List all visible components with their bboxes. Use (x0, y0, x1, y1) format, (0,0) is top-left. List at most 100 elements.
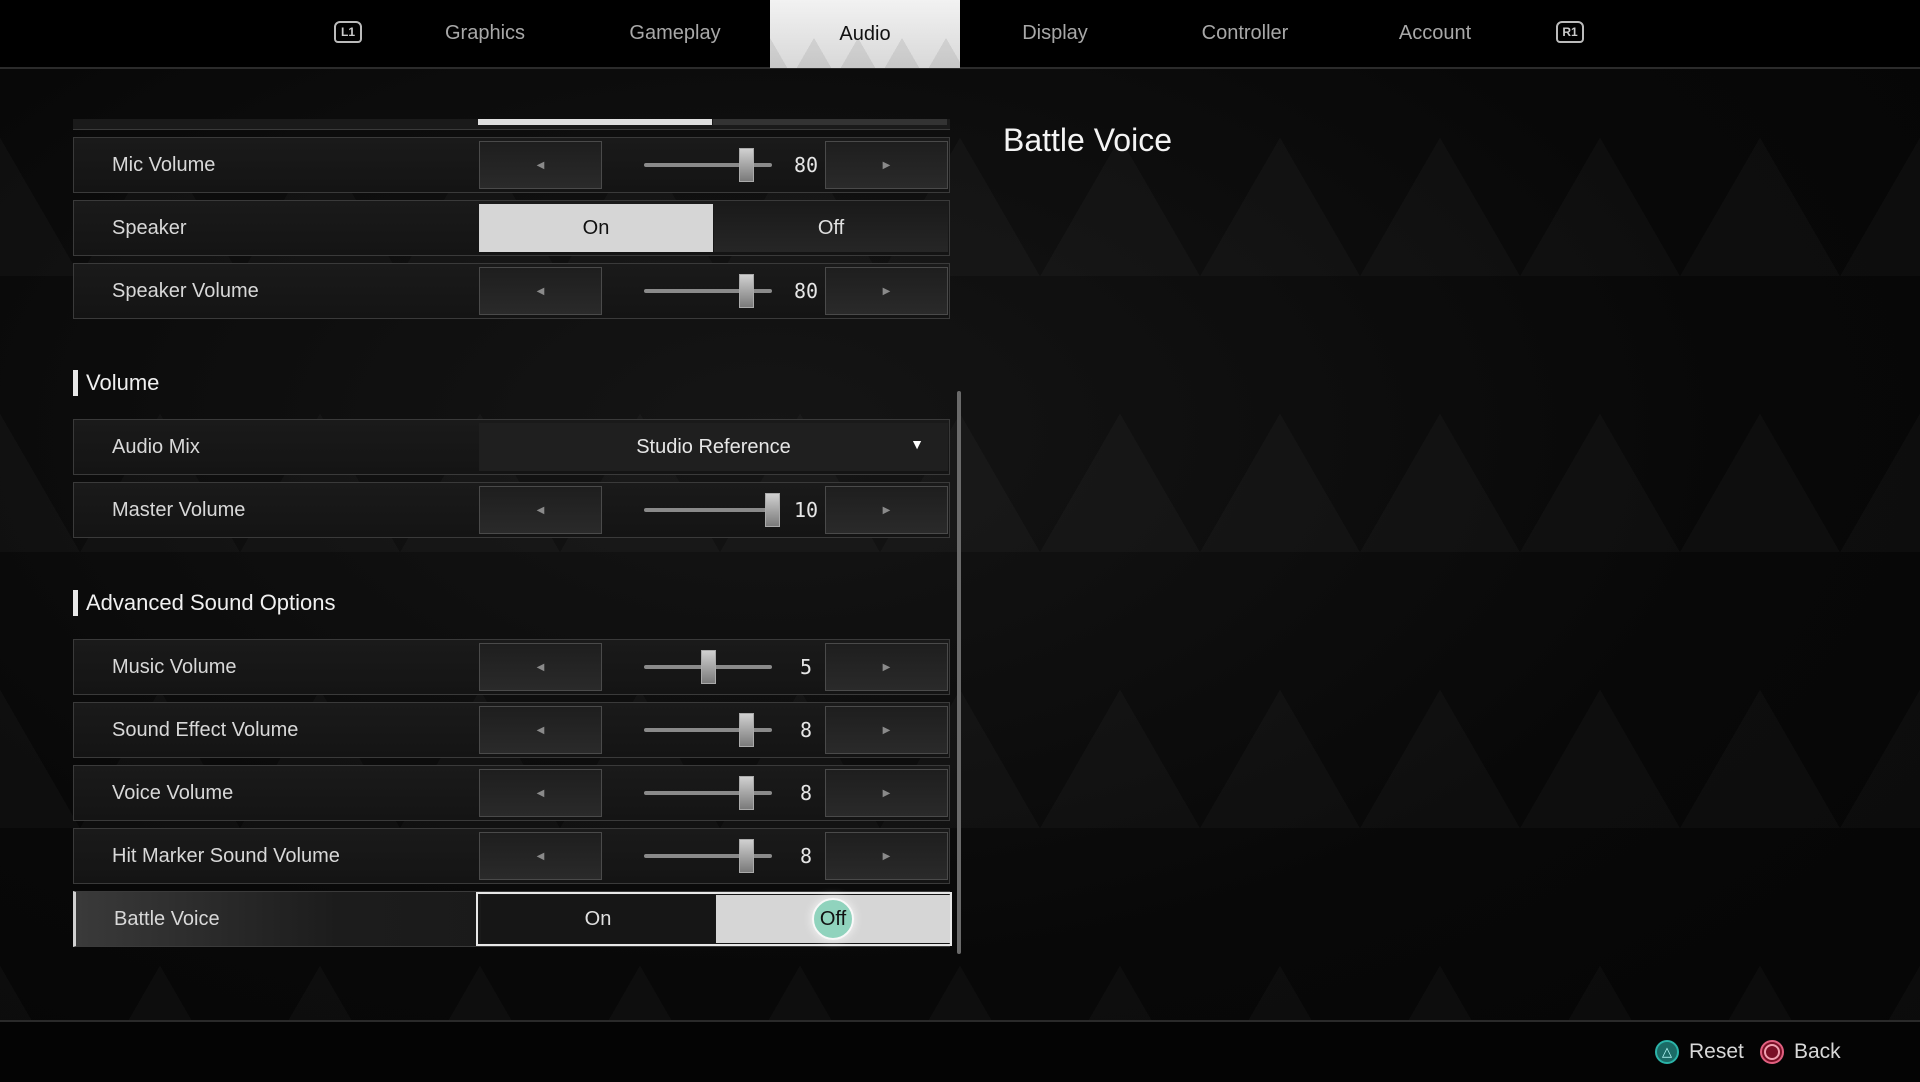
increase-button[interactable]: ▶ (825, 832, 948, 880)
circle-button-icon (1760, 1040, 1784, 1064)
slider-thumb[interactable] (765, 493, 780, 527)
setting-label: Master Volume (112, 499, 246, 521)
setting-value: 8 (799, 781, 813, 805)
setting-value: 80 (793, 153, 819, 177)
master-volume-slider[interactable] (644, 483, 780, 537)
audio-mix-dropdown[interactable]: Studio Reference ▼ (479, 423, 948, 471)
slider-thumb[interactable] (739, 839, 755, 873)
slider-thumb[interactable] (739, 274, 755, 308)
footer-bar: △ Reset Back (0, 1020, 1920, 1082)
setting-row-voice-volume[interactable]: Voice Volume ◀ 8 ▶ (73, 765, 950, 821)
list-scrollbar[interactable] (957, 391, 961, 954)
left-arrow-icon: ◀ (536, 724, 545, 736)
detail-title: Battle Voice (1003, 122, 1172, 158)
setting-row-mic-volume[interactable]: Mic Volume ◀ 80 ▶ (73, 137, 950, 193)
setting-row-speaker-volume[interactable]: Speaker Volume ◀ 80 ▶ (73, 263, 950, 319)
r1-bumper-icon[interactable]: R1 (1556, 21, 1584, 43)
back-button[interactable]: Back (1760, 1040, 1841, 1064)
speaker-on-option[interactable]: On (479, 204, 713, 252)
setting-row-sound-effect-volume[interactable]: Sound Effect Volume ◀ 8 ▶ (73, 702, 950, 758)
mic-volume-slider[interactable] (644, 138, 772, 192)
slider-thumb[interactable] (739, 776, 755, 810)
setting-label: Mic Volume (112, 154, 216, 176)
setting-row-music-volume[interactable]: Music Volume ◀ 5 ▶ (73, 639, 950, 695)
section-header-volume: Volume (73, 370, 159, 396)
music-volume-slider[interactable] (644, 640, 772, 694)
tab-gameplay[interactable]: Gameplay (580, 0, 770, 67)
setting-label: Audio Mix (112, 436, 200, 458)
toggle-label: Off (819, 907, 847, 930)
setting-value: 8 (799, 844, 813, 868)
left-arrow-icon: ◀ (536, 661, 545, 673)
battle-voice-off-option[interactable]: Off (716, 895, 950, 943)
setting-label: Hit Marker Sound Volume (112, 845, 340, 867)
sound-effect-volume-slider[interactable] (644, 703, 772, 757)
right-arrow-icon: ▶ (882, 159, 891, 171)
setting-row-master-volume[interactable]: Master Volume ◀ 10 ▶ (73, 482, 950, 538)
dropdown-caret-icon: ▼ (910, 436, 924, 452)
increase-button[interactable]: ▶ (825, 706, 948, 754)
setting-row-battle-voice[interactable]: Battle Voice On Off (73, 891, 952, 947)
left-arrow-icon: ◀ (536, 850, 545, 862)
slider-track (644, 508, 772, 512)
setting-label: Voice Volume (112, 782, 234, 804)
setting-label: Speaker Volume (112, 280, 259, 302)
setting-label: Speaker (112, 217, 187, 239)
left-arrow-icon: ◀ (536, 504, 545, 516)
speaker-off-option[interactable]: Off (714, 204, 948, 252)
setting-value: 5 (799, 655, 813, 679)
setting-label: Sound Effect Volume (112, 719, 299, 741)
partial-row-toggle (73, 119, 950, 130)
increase-button[interactable]: ▶ (825, 643, 948, 691)
slider-thumb[interactable] (739, 713, 755, 747)
decrease-button[interactable]: ◀ (479, 267, 602, 315)
slider-thumb[interactable] (739, 148, 755, 182)
section-header-advanced-sound: Advanced Sound Options (73, 590, 336, 616)
dropdown-value: Studio Reference (636, 435, 791, 458)
reset-label: Reset (1689, 1040, 1744, 1063)
right-arrow-icon: ▶ (882, 504, 891, 516)
hit-marker-volume-slider[interactable] (644, 829, 772, 883)
decrease-button[interactable]: ◀ (479, 832, 602, 880)
left-arrow-icon: ◀ (536, 787, 545, 799)
increase-button[interactable]: ▶ (825, 267, 948, 315)
triangle-button-icon: △ (1655, 1040, 1679, 1064)
right-arrow-icon: ▶ (882, 724, 891, 736)
setting-label: Battle Voice (114, 908, 220, 930)
right-arrow-icon: ▶ (882, 661, 891, 673)
setting-value: 10 (793, 498, 819, 522)
decrease-button[interactable]: ◀ (479, 141, 602, 189)
setting-row-hit-marker-volume[interactable]: Hit Marker Sound Volume ◀ 8 ▶ (73, 828, 950, 884)
battle-voice-on-option[interactable]: On (481, 895, 715, 943)
tab-controller[interactable]: Controller (1150, 0, 1340, 67)
right-arrow-icon: ▶ (882, 285, 891, 297)
setting-row-speaker[interactable]: Speaker On Off (73, 200, 950, 256)
decrease-button[interactable]: ◀ (479, 486, 602, 534)
increase-button[interactable]: ▶ (825, 486, 948, 534)
increase-button[interactable]: ▶ (825, 769, 948, 817)
tab-audio[interactable]: Audio (770, 0, 960, 68)
setting-value: 80 (793, 279, 819, 303)
tab-display[interactable]: Display (960, 0, 1150, 67)
increase-button[interactable]: ▶ (825, 141, 948, 189)
decrease-button[interactable]: ◀ (479, 643, 602, 691)
back-label: Back (1794, 1040, 1841, 1063)
reset-button[interactable]: △ Reset (1655, 1040, 1744, 1064)
speaker-volume-slider[interactable] (644, 264, 772, 318)
right-arrow-icon: ▶ (882, 850, 891, 862)
setting-row-audio-mix[interactable]: Audio Mix Studio Reference ▼ (73, 419, 950, 475)
setting-value: 8 (799, 718, 813, 742)
slider-thumb[interactable] (701, 650, 716, 684)
l1-bumper-icon[interactable]: L1 (334, 21, 362, 43)
decrease-button[interactable]: ◀ (479, 706, 602, 754)
left-arrow-icon: ◀ (536, 159, 545, 171)
setting-label: Music Volume (112, 656, 237, 678)
tab-account[interactable]: Account (1340, 0, 1530, 67)
left-arrow-icon: ◀ (536, 285, 545, 297)
decrease-button[interactable]: ◀ (479, 769, 602, 817)
partial-toggle-off[interactable] (713, 119, 947, 125)
tab-graphics[interactable]: Graphics (390, 0, 580, 67)
partial-toggle-on[interactable] (478, 119, 712, 125)
voice-volume-slider[interactable] (644, 766, 772, 820)
right-arrow-icon: ▶ (882, 787, 891, 799)
